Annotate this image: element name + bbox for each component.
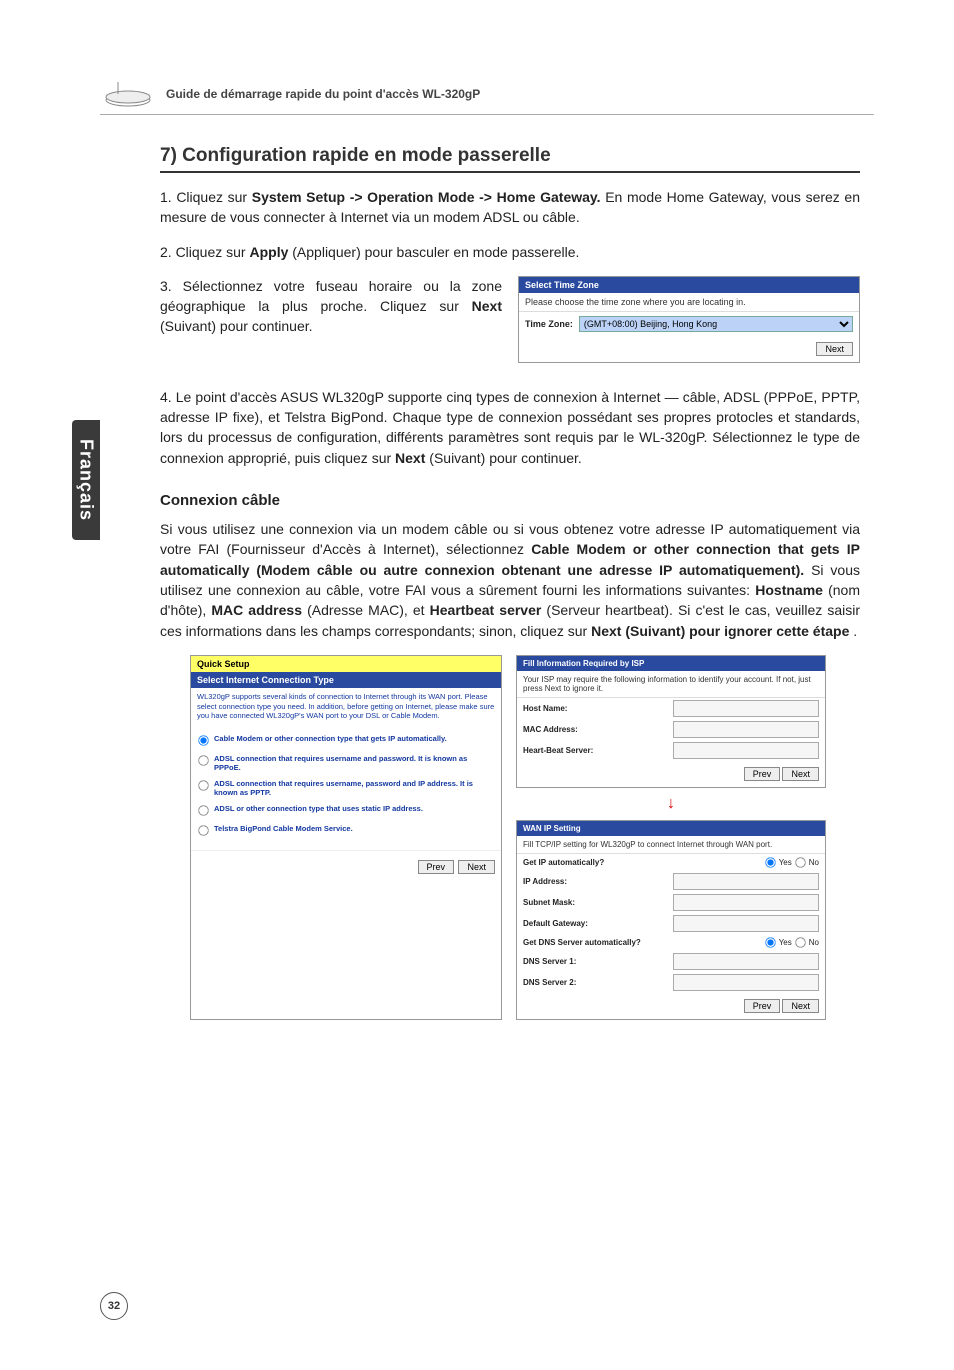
qs-radio-2[interactable]	[198, 780, 208, 790]
wan-getdns-radios: Yes No	[764, 936, 819, 949]
step-3-row: 3. Sélectionnez votre fuseau horaire ou …	[160, 276, 860, 363]
wan-getip-no[interactable]	[795, 857, 805, 867]
wan-f2-1: DNS Server 2:	[523, 978, 576, 987]
step-2: 2. Cliquez sur Apply (Appliquer) pour ba…	[160, 242, 860, 262]
wan-f1-2: Default Gateway:	[523, 919, 588, 928]
wan-title: WAN IP Setting	[517, 821, 825, 836]
wan-sub: Fill TCP/IP setting for WL320gP to conne…	[517, 836, 825, 854]
step-4: 4. Le point d'accès ASUS WL320gP support…	[160, 387, 860, 468]
section-title: 7) Configuration rapide en mode passerel…	[160, 145, 860, 173]
page-header: Guide de démarrage rapide du point d'acc…	[100, 80, 874, 115]
qs-radio-1[interactable]	[198, 755, 208, 765]
tz-next-button[interactable]: Next	[816, 342, 853, 356]
wan-dns2-input[interactable]	[673, 974, 819, 991]
qs-radio-0[interactable]	[198, 735, 208, 745]
isp-panel: Fill Information Required by ISP Your IS…	[516, 655, 826, 788]
qs-top: Quick Setup	[191, 656, 501, 672]
isp-input-host[interactable]	[673, 700, 819, 717]
tz-panel-sub: Please choose the time zone where you ar…	[519, 293, 859, 312]
isp-input-mac[interactable]	[673, 721, 819, 738]
qs-opt-3[interactable]: ADSL or other connection type that uses …	[197, 804, 495, 817]
wan-ip-input[interactable]	[673, 873, 819, 890]
step-1: 1. Cliquez sur System Setup -> Operation…	[160, 187, 860, 228]
wan-prev-button[interactable]: Prev	[744, 999, 781, 1013]
tz-label: Time Zone:	[525, 319, 573, 329]
qs-radio-4[interactable]	[198, 825, 208, 835]
wan-getdns-yes[interactable]	[765, 937, 775, 947]
step-3: 3. Sélectionnez votre fuseau horaire ou …	[160, 276, 502, 337]
timezone-panel: Select Time Zone Please choose the time …	[518, 276, 860, 363]
wan-f2-0: DNS Server 1:	[523, 957, 576, 966]
router-icon	[100, 80, 156, 108]
wan-getip-yes[interactable]	[765, 857, 775, 867]
qs-options: Cable Modem or other connection type tha…	[191, 725, 501, 850]
qs-prev-button[interactable]: Prev	[418, 860, 455, 874]
qs-opt-4[interactable]: Telstra BigPond Cable Modem Service.	[197, 824, 495, 837]
wan-getip-radios: Yes No	[764, 856, 819, 869]
isp-field-2: Heart-Beat Server:	[523, 746, 593, 755]
wan-getdns-label: Get DNS Server automatically?	[523, 938, 641, 947]
wan-getip-label: Get IP automatically?	[523, 858, 604, 867]
down-arrow-icon: ↓	[516, 800, 826, 808]
page: Guide de démarrage rapide du point d'acc…	[0, 0, 954, 1370]
qs-radio-3[interactable]	[198, 805, 208, 815]
tz-panel-title: Select Time Zone	[519, 277, 859, 293]
cable-paragraph: Si vous utilisez une connexion via un mo…	[160, 519, 860, 641]
wan-getdns-no[interactable]	[795, 937, 805, 947]
page-number: 32	[100, 1292, 128, 1320]
wan-next-button[interactable]: Next	[782, 999, 819, 1013]
wan-gateway-input[interactable]	[673, 915, 819, 932]
header-title: Guide de démarrage rapide du point d'acc…	[166, 87, 480, 101]
isp-sub: Your ISP may require the following infor…	[517, 671, 825, 698]
isp-next-button[interactable]: Next	[782, 767, 819, 781]
screenshots-row: Quick Setup Select Internet Connection T…	[190, 655, 860, 1020]
qs-next-button[interactable]: Next	[458, 860, 495, 874]
qs-desc: WL320gP supports several kinds of connec…	[191, 688, 501, 725]
isp-field-0: Host Name:	[523, 704, 567, 713]
cable-subhead: Connexion câble	[160, 492, 860, 509]
wan-panel: WAN IP Setting Fill TCP/IP setting for W…	[516, 820, 826, 1020]
isp-title: Fill Information Required by ISP	[517, 656, 825, 671]
qs-opt-2[interactable]: ADSL connection that requires username, …	[197, 779, 495, 797]
right-column: Fill Information Required by ISP Your IS…	[516, 655, 826, 1020]
isp-input-heartbeat[interactable]	[673, 742, 819, 759]
tz-select[interactable]: (GMT+08:00) Beijing, Hong Kong	[579, 316, 853, 332]
quick-setup-panel: Quick Setup Select Internet Connection T…	[190, 655, 502, 1020]
wan-f1-0: IP Address:	[523, 877, 567, 886]
wan-dns1-input[interactable]	[673, 953, 819, 970]
qs-opt-1[interactable]: ADSL connection that requires username a…	[197, 754, 495, 772]
wan-f1-1: Subnet Mask:	[523, 898, 575, 907]
qs-opt-0[interactable]: Cable Modem or other connection type tha…	[197, 734, 495, 747]
wan-mask-input[interactable]	[673, 894, 819, 911]
isp-field-1: MAC Address:	[523, 725, 578, 734]
isp-prev-button[interactable]: Prev	[744, 767, 781, 781]
qs-head: Select Internet Connection Type	[191, 672, 501, 688]
content-area: 7) Configuration rapide en mode passerel…	[160, 145, 860, 1020]
language-tab: Français	[72, 420, 100, 540]
